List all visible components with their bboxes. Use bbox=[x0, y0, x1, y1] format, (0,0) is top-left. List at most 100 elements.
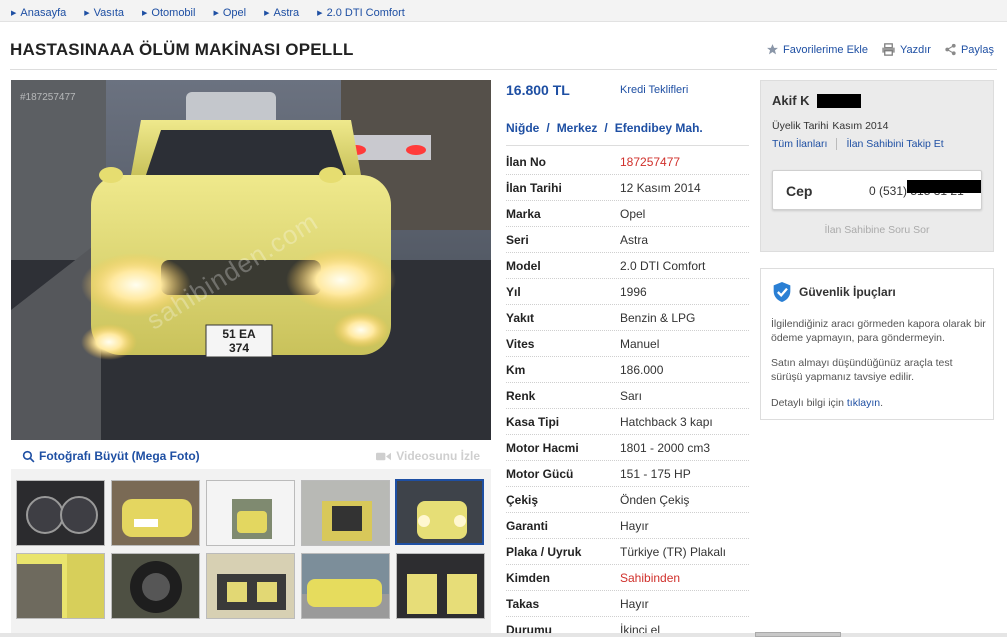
safety-tips-box: Güvenlik İpuçları İlgilendiğiniz aracı g… bbox=[760, 268, 994, 420]
breadcrumb-item-model[interactable]: ▶ 2.0 DTI Comfort bbox=[317, 4, 405, 21]
spec-row: Kimden Sahibinden bbox=[506, 565, 749, 591]
breadcrumb-item-astra[interactable]: ▶ Astra bbox=[264, 4, 299, 21]
location-neighborhood[interactable]: Efendibey Mah. bbox=[615, 121, 703, 135]
page-title: HASTASINAAA ÖLÜM MAKİNASI OPELLL bbox=[10, 40, 354, 59]
spec-value: 187257477 bbox=[620, 154, 681, 169]
member-since: Üyelik Tarihi Kasım 2014 bbox=[772, 120, 889, 132]
spec-row: Model 2.0 DTI Comfort bbox=[506, 253, 749, 279]
chevron-right-icon: ▶ bbox=[213, 9, 219, 17]
spec-row: Marka Opel bbox=[506, 201, 749, 227]
spec-value: Opel bbox=[620, 206, 646, 221]
spec-row: Yakıt Benzin & LPG bbox=[506, 305, 749, 331]
shield-check-icon bbox=[773, 282, 791, 302]
spec-row: Seri Astra bbox=[506, 227, 749, 253]
location-breadcrumb: Niğde / Merkez / Efendibey Mah. bbox=[506, 121, 703, 135]
spec-value: Sahibinden bbox=[620, 570, 681, 585]
print-button[interactable]: Yazdır bbox=[881, 43, 931, 56]
thumbnail-10[interactable] bbox=[396, 553, 485, 619]
spec-value: Manuel bbox=[620, 336, 660, 351]
spec-row: İlan No 187257477 bbox=[506, 149, 749, 175]
thumbnail-2[interactable] bbox=[111, 480, 200, 546]
spec-label: Vites bbox=[506, 336, 535, 351]
spec-value: 1996 bbox=[620, 284, 647, 299]
all-listings-link[interactable]: Tüm İlanları bbox=[772, 138, 827, 150]
spec-label: Seri bbox=[506, 232, 529, 247]
share-button[interactable]: Paylaş bbox=[944, 43, 994, 56]
safety-header: Güvenlik İpuçları bbox=[772, 281, 896, 303]
breadcrumb-item-opel[interactable]: ▶ Opel bbox=[213, 4, 246, 21]
spec-label: Yakıt bbox=[506, 310, 535, 325]
magnifier-icon bbox=[22, 450, 35, 462]
location-divider bbox=[506, 145, 749, 146]
spec-value: Sarı bbox=[620, 388, 643, 403]
scrollbar-thumb[interactable] bbox=[755, 632, 841, 637]
location-district[interactable]: Merkez bbox=[557, 121, 598, 135]
spec-label: İlan Tarihi bbox=[506, 180, 562, 195]
safety-tip-3: Detaylı bilgi için tıklayın. bbox=[771, 397, 884, 409]
safety-tip-2: Satın almayı düşündüğünüz araçla test sü… bbox=[771, 357, 953, 383]
spec-label: Kasa Tipi bbox=[506, 414, 560, 429]
mega-photo-link[interactable]: Fotoğrafı Büyüt (Mega Foto) bbox=[22, 449, 200, 463]
favorite-button[interactable]: Favorilerime Ekle bbox=[766, 43, 868, 56]
main-photo[interactable]: 51 EA 374 #187257477 sahibinden.com bbox=[11, 80, 491, 440]
thumbnail-4[interactable] bbox=[301, 480, 390, 546]
safety-tip-1: İlgilendiğiniz aracı görmeden kapora ola… bbox=[771, 318, 986, 344]
details-link[interactable]: tıklayın bbox=[847, 397, 880, 409]
spec-row: Çekiş Önden Çekiş bbox=[506, 487, 749, 513]
breadcrumb: ▶ Anasayfa ▶ Vasıta ▶ Otomobil ▶ Opel ▶ Astra… bbox=[0, 0, 1007, 22]
redaction-bar bbox=[907, 180, 981, 193]
chevron-right-icon: ▶ bbox=[264, 9, 270, 17]
chevron-right-icon: ▶ bbox=[142, 9, 148, 17]
thumbnail-9[interactable] bbox=[301, 553, 390, 619]
spec-row: İlan Tarihi 12 Kasım 2014 bbox=[506, 175, 749, 201]
spec-label: Kimden bbox=[506, 570, 551, 585]
spec-value: Benzin & LPG bbox=[620, 310, 696, 325]
share-icon bbox=[945, 43, 956, 56]
horizontal-scrollbar[interactable] bbox=[0, 633, 1007, 637]
spec-label: Motor Gücü bbox=[506, 466, 574, 481]
thumbnail-6[interactable] bbox=[16, 553, 105, 619]
phone-type-label: Cep bbox=[786, 183, 813, 199]
spec-label: Garanti bbox=[506, 518, 549, 533]
spec-label: Çekiş bbox=[506, 492, 539, 507]
chevron-right-icon: ▶ bbox=[11, 9, 17, 17]
credit-offers-link[interactable]: Kredi Teklifleri bbox=[620, 84, 688, 96]
ask-seller-button[interactable]: İlan Sahibine Soru Sor bbox=[761, 224, 993, 236]
breadcrumb-item-home[interactable]: ▶ Anasayfa bbox=[11, 4, 66, 21]
spec-label: Model bbox=[506, 258, 541, 273]
video-link: Videosunu İzle bbox=[376, 449, 480, 463]
star-icon bbox=[767, 44, 778, 55]
spec-label: Renk bbox=[506, 388, 536, 403]
spec-row: Motor Gücü 151 - 175 HP bbox=[506, 461, 749, 487]
location-city[interactable]: Niğde bbox=[506, 121, 539, 135]
thumbnail-1[interactable] bbox=[16, 480, 105, 546]
spec-row: Garanti Hayır bbox=[506, 513, 749, 539]
chevron-right-icon: ▶ bbox=[317, 9, 323, 17]
spec-label: Marka bbox=[506, 206, 541, 221]
printer-icon bbox=[882, 43, 895, 56]
thumbnail-3[interactable] bbox=[206, 480, 295, 546]
spec-label: Takas bbox=[506, 596, 540, 611]
location-separator: / bbox=[604, 121, 608, 135]
spec-value: 186.000 bbox=[620, 362, 664, 377]
redaction-bar bbox=[817, 94, 861, 108]
breadcrumb-item-vasita[interactable]: ▶ Vasıta bbox=[84, 4, 124, 21]
phone-box[interactable]: Cep 0 (531) 515 31 21 bbox=[772, 170, 982, 210]
thumbnail-7[interactable] bbox=[111, 553, 200, 619]
link-divider bbox=[836, 138, 838, 150]
thumbnail-gallery bbox=[11, 469, 491, 637]
seller-links: Tüm İlanları İlan Sahibini Takip Et bbox=[772, 138, 944, 150]
spec-value: Astra bbox=[620, 232, 649, 247]
thumbnail-5-active[interactable] bbox=[395, 479, 484, 545]
spec-row: Renk Sarı bbox=[506, 383, 749, 409]
spec-row: Takas Hayır bbox=[506, 591, 749, 617]
photo-id-label: #187257477 bbox=[20, 92, 76, 103]
breadcrumb-item-otomobil[interactable]: ▶ Otomobil bbox=[142, 4, 195, 21]
spec-row: Yıl 1996 bbox=[506, 279, 749, 305]
listing-actions: Favorilerime Ekle Yazdır Paylaş bbox=[753, 43, 994, 56]
spec-value: Hatchback 3 kapı bbox=[620, 414, 713, 429]
spec-row: Motor Hacmi 1801 - 2000 cm3 bbox=[506, 435, 749, 461]
follow-seller-link[interactable]: İlan Sahibini Takip Et bbox=[846, 138, 943, 150]
video-camera-icon bbox=[376, 452, 392, 460]
thumbnail-8[interactable] bbox=[206, 553, 295, 619]
